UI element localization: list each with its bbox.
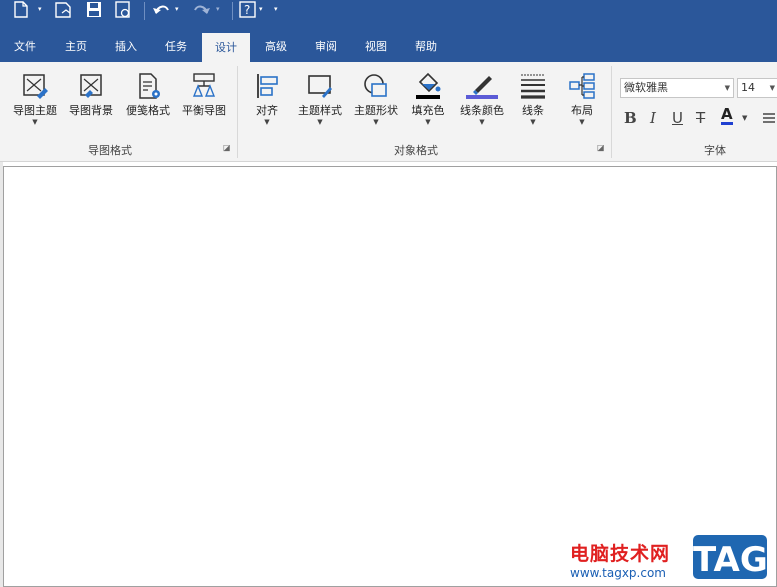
fill-color-label: 填充色 (411, 104, 445, 117)
tab-home[interactable]: 主页 (54, 32, 98, 62)
tab-advanced[interactable]: 高级 (254, 32, 298, 62)
chevron-down-icon: ▼ (530, 118, 536, 126)
tab-file[interactable]: 文件 (3, 32, 47, 62)
line-color-label: 线条颜色 (460, 104, 504, 117)
align-button[interactable]: 对齐 ▼ (246, 68, 288, 134)
topic-shape-icon (364, 74, 387, 97)
chevron-down-icon: ▼ (579, 118, 585, 126)
font-name-select[interactable]: 微软雅黑 ▼ (620, 78, 734, 98)
mind-map-canvas[interactable] (3, 166, 777, 587)
group-separator (237, 66, 238, 158)
font-size-value: 14 (741, 81, 755, 94)
open-folder-icon[interactable] (55, 2, 71, 18)
line-style-button[interactable]: 线条 ▼ (512, 68, 554, 134)
map-background-button[interactable]: 导图背景 (64, 68, 118, 134)
object-format-dialog-launcher-icon[interactable]: ◪ (597, 143, 605, 152)
topic-shape-label: 主题形状 (354, 104, 398, 117)
paint-bucket-icon (416, 72, 441, 99)
layout-button[interactable]: 布局 ▼ (560, 68, 604, 134)
tab-task[interactable]: 任务 (154, 32, 198, 62)
tab-help[interactable]: 帮助 (404, 32, 448, 62)
font-color-dropdown-icon[interactable]: ▼ (742, 114, 747, 122)
map-theme-button[interactable]: 导图主题 ▼ (8, 68, 62, 134)
ribbon-tab-bar: 文件 主页 插入 任务 设计 高级 审阅 视图 帮助 (0, 32, 777, 62)
save-icon[interactable] (87, 2, 101, 17)
strikethrough-button[interactable]: T (696, 109, 705, 127)
customize-qat-icon[interactable]: ▾ (274, 5, 278, 13)
tab-design[interactable]: 设计 (202, 33, 250, 62)
note-format-icon (139, 73, 160, 99)
group-label-font: 字体 (704, 144, 726, 157)
chevron-down-icon: ▼ (769, 84, 775, 92)
chevron-down-icon: ▼ (317, 118, 323, 126)
print-preview-icon[interactable] (115, 1, 130, 18)
undo-icon[interactable] (153, 5, 169, 14)
qat-separator-2 (232, 2, 233, 20)
help-icon[interactable]: ? (239, 1, 256, 18)
undo-dropdown-icon[interactable]: ▾ (175, 5, 179, 13)
align-label: 对齐 (256, 104, 278, 117)
layout-label: 布局 (571, 104, 593, 117)
new-document-icon[interactable] (14, 1, 28, 18)
align-icon (257, 74, 278, 98)
map-format-dialog-launcher-icon[interactable]: ◪ (223, 143, 231, 152)
font-name-value: 微软雅黑 (624, 81, 668, 94)
align-text-icon[interactable] (762, 112, 776, 126)
font-color-button[interactable]: A (721, 107, 733, 125)
chevron-down-icon: ▼ (479, 118, 485, 126)
pen-icon (466, 76, 498, 99)
map-background-label: 导图背景 (69, 104, 113, 117)
group-label-object-format: 对象格式 (394, 144, 438, 157)
topic-shape-button[interactable]: 主题形状 ▼ (350, 68, 402, 134)
chevron-down-icon: ▼ (264, 118, 270, 126)
watermark-logo: TAG (690, 532, 770, 582)
svg-text:?: ? (244, 3, 250, 17)
tab-insert[interactable]: 插入 (104, 32, 148, 62)
chevron-down-icon: ▼ (373, 118, 379, 126)
qat-separator (144, 2, 145, 20)
topic-style-button[interactable]: 主题样式 ▼ (294, 68, 346, 134)
font-size-select[interactable]: 14 ▼ (737, 78, 777, 98)
balance-map-button[interactable]: 平衡导图 (177, 68, 231, 134)
map-theme-icon (23, 74, 48, 99)
line-style-label: 线条 (522, 104, 544, 117)
underline-button[interactable]: U (672, 109, 683, 127)
group-label-map-format: 导图格式 (88, 144, 132, 157)
note-format-label: 便笺格式 (126, 104, 170, 117)
line-weight-icon (521, 74, 545, 99)
watermark-text: 电脑技术网 (570, 543, 671, 565)
map-theme-label: 导图主题 (13, 104, 57, 117)
tab-view[interactable]: 视图 (354, 32, 398, 62)
fill-color-button[interactable]: 填充色 ▼ (406, 68, 450, 134)
tab-review[interactable]: 审阅 (304, 32, 348, 62)
quick-access-toolbar: ▾ ▾ ▾ ? ▾ ▾ (0, 0, 777, 32)
redo-icon[interactable] (194, 5, 210, 14)
balance-map-label: 平衡导图 (182, 104, 226, 117)
chevron-down-icon: ▼ (724, 84, 730, 92)
topic-style-label: 主题样式 (298, 104, 342, 117)
italic-button[interactable]: I (650, 109, 656, 127)
topic-style-icon (308, 75, 332, 98)
help-dropdown-icon[interactable]: ▾ (259, 5, 263, 13)
bold-button[interactable]: B (624, 109, 637, 127)
qat-icons: ▾ ▾ ▾ ? ▾ ▾ (14, 1, 278, 20)
chevron-down-icon: ▼ (32, 118, 38, 126)
layout-icon (569, 73, 595, 99)
line-color-button[interactable]: 线条颜色 ▼ (456, 68, 508, 134)
chevron-down-icon: ▼ (425, 118, 431, 126)
redo-dropdown-icon[interactable]: ▾ (216, 5, 220, 13)
group-separator-2 (611, 66, 612, 158)
map-background-icon (80, 74, 102, 98)
balance-map-icon (192, 73, 216, 97)
watermark-url: www.tagxp.com (570, 566, 666, 580)
ribbon-panel: 导图主题 ▼ 导图背景 便笺格式 平衡导图 导图格式 ◪ 对齐 ▼ 主题样式 ▼… (0, 62, 777, 162)
chevron-down-icon[interactable]: ▾ (38, 5, 42, 13)
note-format-button[interactable]: 便笺格式 (121, 68, 175, 134)
